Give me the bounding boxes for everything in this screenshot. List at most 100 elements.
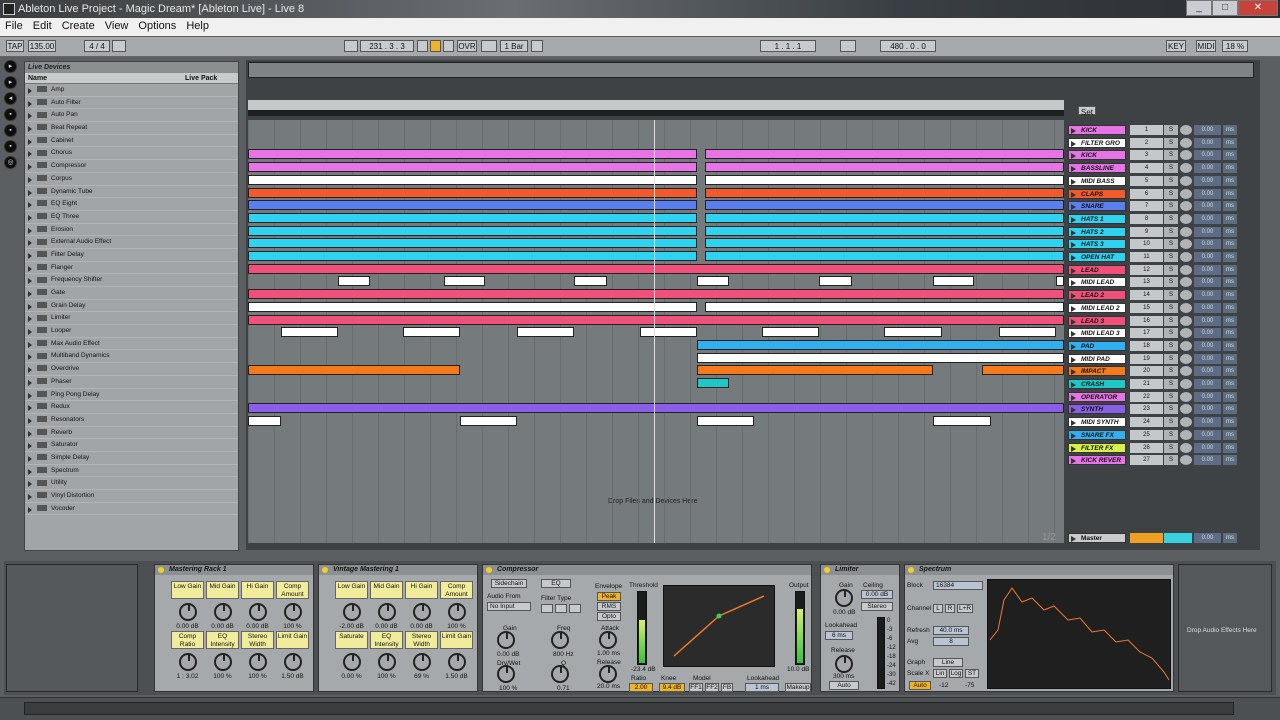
expand-icon[interactable] — [28, 494, 32, 500]
track-fold-icon[interactable] — [1071, 255, 1076, 261]
macro-knob[interactable] — [178, 603, 197, 621]
time-signature-field[interactable]: 4 / 4 — [84, 40, 110, 52]
clip[interactable] — [248, 212, 697, 223]
expand-icon[interactable] — [28, 138, 32, 145]
clip[interactable] — [884, 327, 942, 338]
track-name[interactable]: SYNTH — [1068, 404, 1126, 415]
track-header[interactable]: BASSLINE 4 S 0.00 ms — [1066, 162, 1256, 175]
solo-button[interactable]: S — [1164, 137, 1178, 148]
expand-icon[interactable] — [28, 392, 32, 399]
track-ms[interactable]: ms — [1223, 239, 1237, 250]
loop-start-field[interactable]: 1 . 1 . 1 — [760, 40, 816, 52]
track-ms[interactable]: ms — [1223, 201, 1237, 212]
track-volume[interactable]: 0.00 — [1194, 201, 1221, 212]
track-header[interactable]: SYNTH 23 S 0.00 ms — [1066, 403, 1256, 416]
clip[interactable] — [517, 327, 575, 338]
clip[interactable] — [704, 251, 1064, 261]
track-name[interactable]: BASSLINE — [1068, 163, 1126, 174]
device-item[interactable]: Grain Delay — [25, 300, 238, 313]
clip[interactable] — [704, 187, 1064, 198]
opto-button[interactable]: Opto — [597, 612, 621, 621]
solo-button[interactable]: S — [1164, 417, 1178, 428]
track-fold-icon[interactable] — [1071, 140, 1076, 147]
macro-knob[interactable] — [283, 603, 302, 621]
track-fold-icon[interactable] — [1071, 458, 1076, 465]
expand-icon[interactable] — [28, 88, 32, 94]
arm-button[interactable] — [1180, 315, 1192, 326]
track-header[interactable]: MIDI LEAD 13 S 0.00 ms — [1066, 276, 1256, 289]
clip[interactable] — [443, 276, 485, 287]
device-item[interactable]: Amp — [25, 84, 238, 97]
track-volume[interactable]: 0.00 — [1194, 455, 1221, 466]
track-ms[interactable]: ms — [1223, 125, 1237, 135]
track-fold-icon[interactable] — [1071, 356, 1076, 363]
track-ms[interactable]: ms — [1223, 213, 1237, 224]
track-volume[interactable]: 0.00 — [1194, 379, 1221, 389]
track-header[interactable]: HATS 1 8 S 0.00 ms — [1066, 213, 1256, 226]
expand-icon[interactable] — [28, 468, 32, 475]
track-name[interactable]: LEAD 2 — [1068, 290, 1126, 301]
track-activator[interactable]: 3 — [1130, 150, 1163, 161]
track-volume[interactable]: 0.00 — [1194, 404, 1221, 415]
track-activator[interactable]: 6 — [1130, 188, 1163, 199]
clip[interactable] — [704, 149, 1064, 160]
device-item[interactable]: Ping Pong Delay — [25, 389, 238, 402]
track-fold-icon[interactable] — [1071, 394, 1076, 401]
limiter-lookahead-menu[interactable]: 6 ms — [825, 631, 853, 640]
expand-icon[interactable] — [28, 278, 32, 285]
expand-icon[interactable] — [28, 430, 32, 437]
clip[interactable] — [704, 225, 1064, 236]
track-name[interactable]: FILTER FX — [1068, 442, 1126, 453]
scrub-area[interactable] — [248, 110, 1064, 116]
files-icon-1[interactable]: ▪ — [4, 108, 17, 121]
track-activator[interactable]: 21 — [1130, 379, 1163, 389]
arm-button[interactable] — [1180, 302, 1192, 313]
compression-curve-display[interactable] — [663, 585, 775, 667]
menu-edit[interactable]: Edit — [28, 18, 57, 35]
device-item[interactable]: Erosion — [25, 224, 238, 237]
limiter-power-icon[interactable] — [824, 567, 830, 573]
freq-knob[interactable] — [551, 631, 569, 649]
device-item[interactable]: Saturator — [25, 439, 238, 452]
lookahead-menu[interactable]: 1 ms — [745, 683, 779, 692]
macro-knob[interactable] — [178, 653, 197, 671]
expand-icon[interactable] — [28, 202, 32, 209]
track-header[interactable]: KICK 1 S 0.00 ms — [1066, 124, 1256, 137]
macro-control[interactable]: Stereo Width 69 % — [405, 631, 438, 694]
device-item[interactable]: Flanger — [25, 262, 238, 275]
track-header[interactable]: PAD 18 S 0.00 ms — [1066, 340, 1256, 353]
spectrum-display[interactable] — [987, 579, 1171, 689]
clip[interactable] — [696, 339, 1064, 350]
track-fold-icon[interactable] — [1071, 445, 1076, 452]
solo-button[interactable]: S — [1164, 290, 1178, 301]
track-activator[interactable]: 4 — [1130, 163, 1163, 174]
track-volume[interactable]: 0.00 — [1194, 302, 1221, 313]
threshold-meter[interactable] — [637, 591, 647, 665]
clip[interactable] — [704, 301, 1064, 312]
track-fold-icon[interactable] — [1071, 166, 1076, 173]
clip[interactable] — [280, 327, 338, 338]
arm-button[interactable] — [1180, 188, 1192, 199]
eq-button[interactable]: EQ — [541, 579, 571, 588]
track-name[interactable]: KICK — [1068, 150, 1126, 161]
clip[interactable] — [933, 276, 975, 287]
stop-button[interactable] — [430, 40, 441, 52]
track-header[interactable]: OPEN HAT 11 S 0.00 ms — [1066, 251, 1256, 264]
solo-button[interactable]: S — [1164, 391, 1178, 402]
track-volume[interactable]: 0.00 — [1194, 137, 1221, 148]
track-volume[interactable]: 0.00 — [1194, 252, 1221, 262]
macro-control[interactable]: Stereo Width 100 % — [241, 631, 274, 694]
expand-icon[interactable] — [28, 126, 32, 133]
clip[interactable] — [248, 289, 1064, 300]
track-header[interactable]: KICK REVER 27 S 0.00 ms — [1066, 454, 1256, 467]
gain-knob[interactable] — [497, 631, 515, 649]
track-ms[interactable]: ms — [1223, 353, 1237, 364]
track-ms[interactable]: ms — [1223, 429, 1237, 440]
arm-button[interactable] — [1180, 150, 1192, 161]
track-volume[interactable]: 0.00 — [1194, 315, 1221, 326]
expand-icon[interactable] — [28, 455, 32, 462]
solo-button[interactable]: S — [1164, 442, 1178, 453]
track-fold-icon[interactable] — [1071, 407, 1076, 414]
arm-button[interactable] — [1180, 340, 1192, 351]
follow-button[interactable] — [344, 40, 358, 52]
